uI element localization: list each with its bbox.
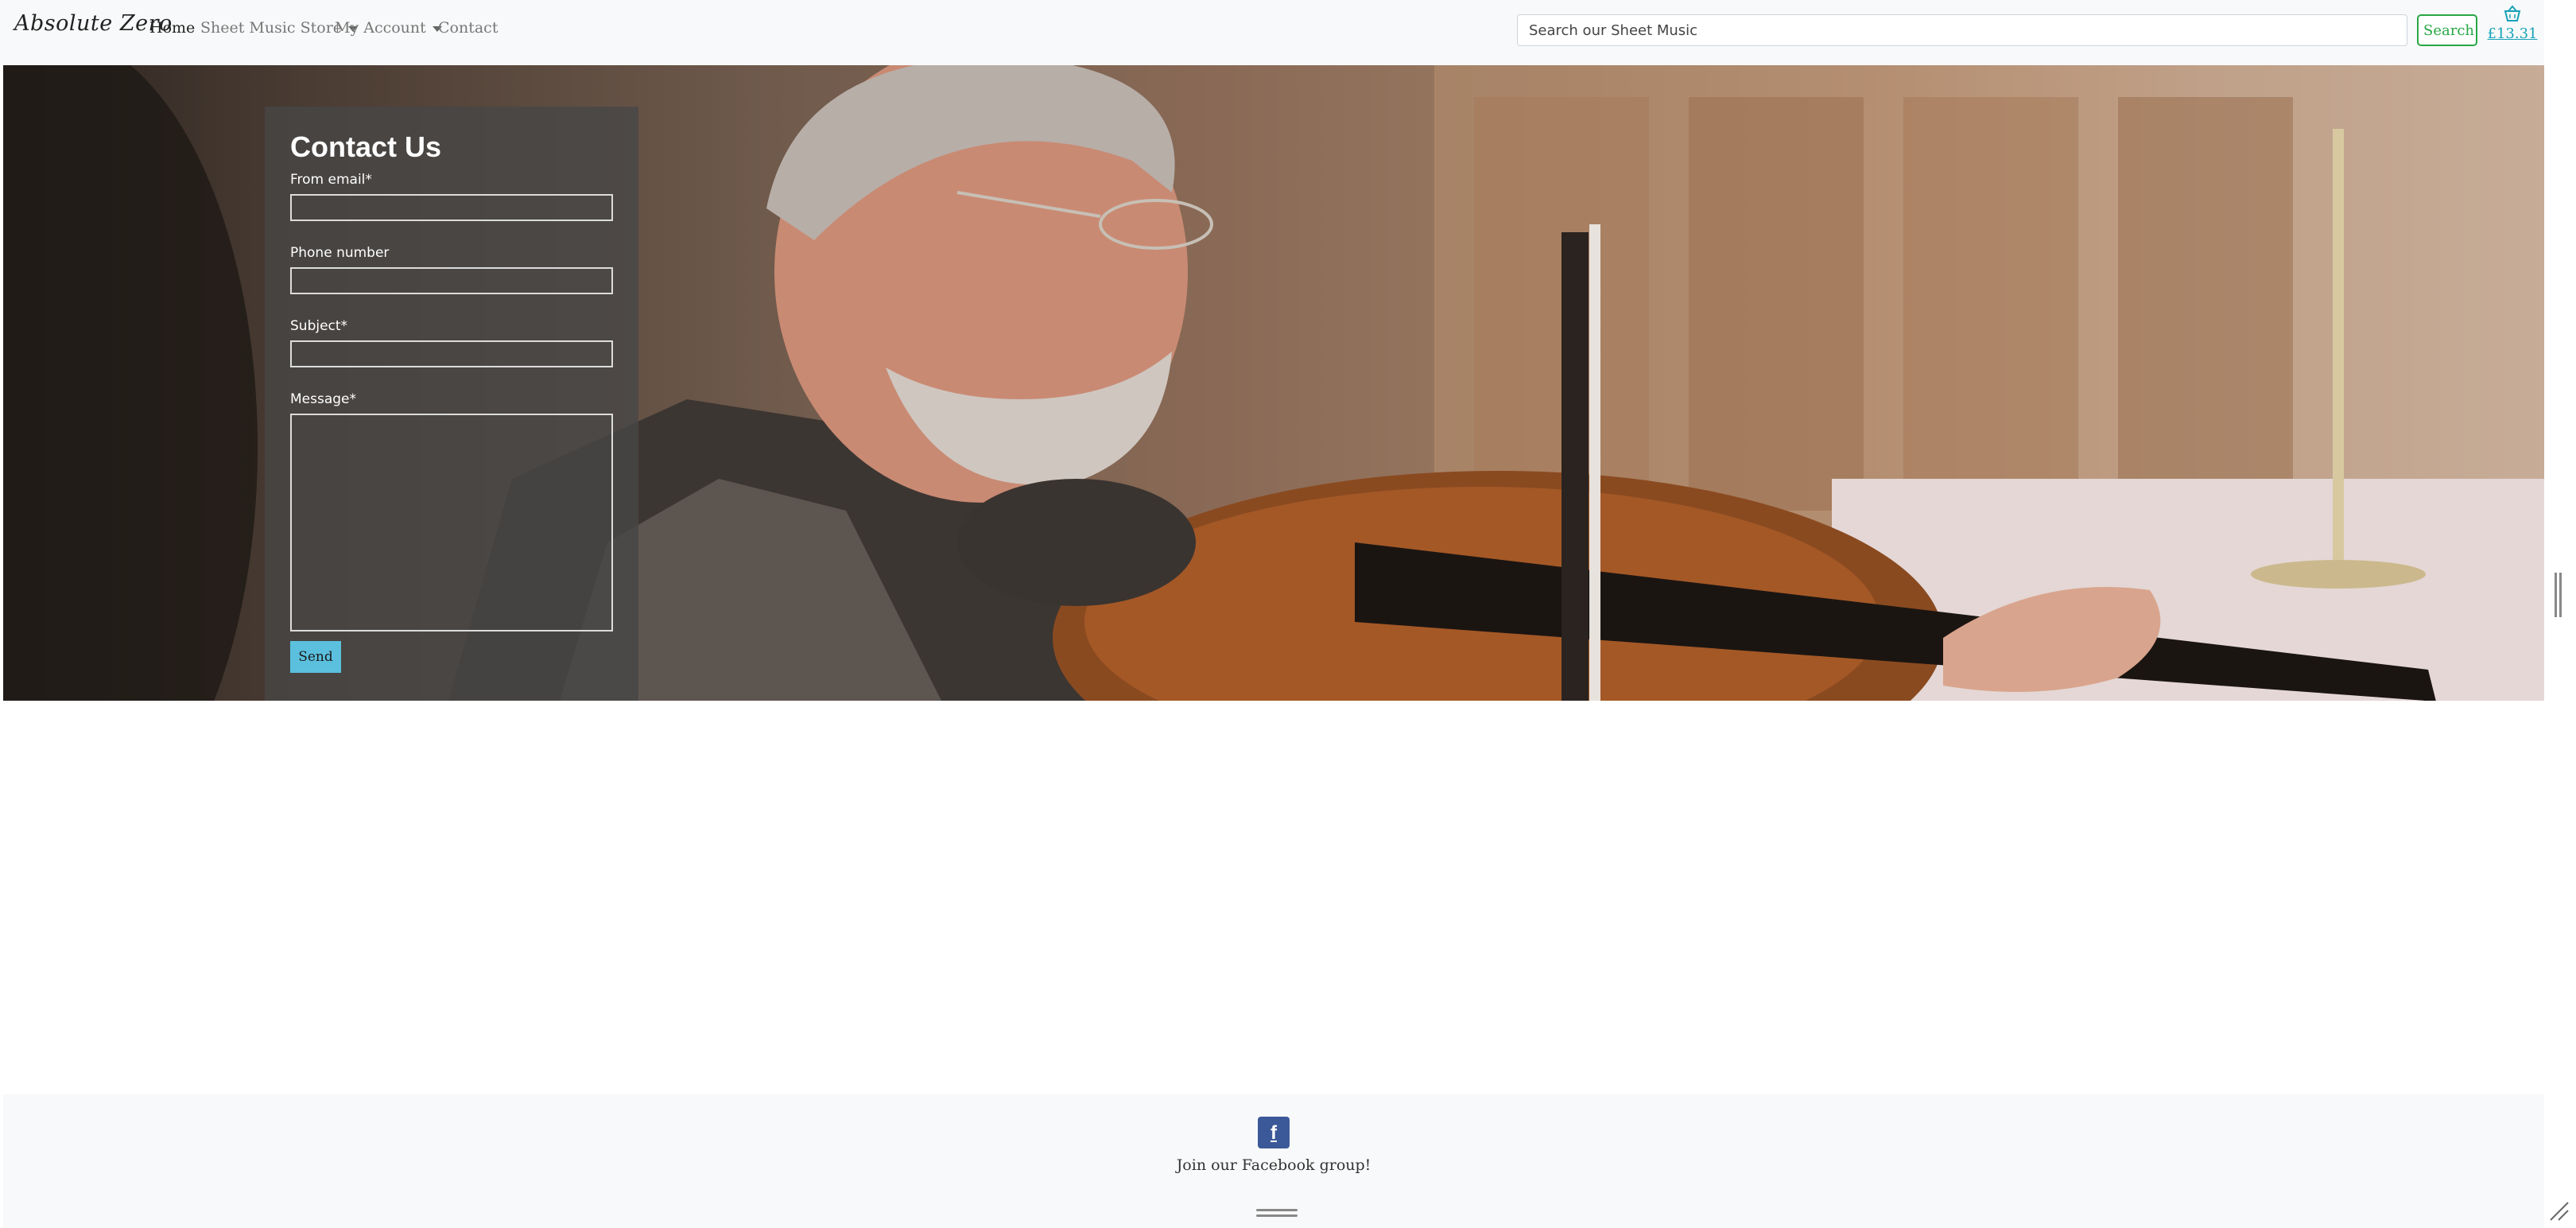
message-textarea[interactable] — [290, 414, 613, 631]
navbar: Absolute Zero Home Sheet Music Store My … — [0, 0, 2544, 65]
facebook-group-text: Join our Facebook group! — [1176, 1156, 1371, 1174]
nav-my-account-dropdown[interactable]: My Account — [335, 19, 442, 37]
subject-field[interactable] — [290, 340, 613, 367]
resize-grip-icon[interactable] — [2547, 1199, 2570, 1222]
nav-contact-label: Contact — [438, 19, 499, 37]
nav-home[interactable]: Home — [149, 19, 195, 37]
send-button[interactable]: Send — [290, 641, 341, 673]
search-button[interactable]: Search — [2417, 14, 2477, 46]
hero-banner: Contact Us From email* Phone number Subj… — [3, 65, 2544, 701]
message-label: Message* — [290, 391, 357, 407]
footer: f Join our Facebook group! — [3, 1094, 2544, 1228]
phone-label: Phone number — [290, 245, 390, 261]
nav-store-label: Sheet Music Store — [200, 19, 343, 37]
contact-form-panel: Contact Us From email* Phone number Subj… — [265, 107, 638, 701]
side-resize-handle[interactable] — [2555, 573, 2564, 617]
search-input[interactable] — [1517, 14, 2407, 46]
subject-label: Subject* — [290, 318, 348, 334]
phone-field[interactable] — [290, 267, 613, 294]
nav-account-label: My Account — [335, 19, 426, 37]
brand-logo[interactable]: Absolute Zero — [14, 11, 173, 36]
nav-home-label: Home — [149, 19, 196, 37]
cart-total: £13.31 — [2487, 25, 2538, 42]
email-field[interactable] — [290, 194, 613, 221]
cart-link[interactable]: £13.31 — [2484, 5, 2541, 52]
basket-icon — [2504, 5, 2521, 21]
facebook-icon[interactable]: f — [1258, 1117, 1290, 1148]
nav-contact[interactable]: Contact — [438, 19, 498, 37]
email-label: From email* — [290, 172, 372, 188]
bottom-drag-handle[interactable] — [1256, 1209, 1298, 1217]
contact-form-title: Contact Us — [290, 130, 442, 163]
